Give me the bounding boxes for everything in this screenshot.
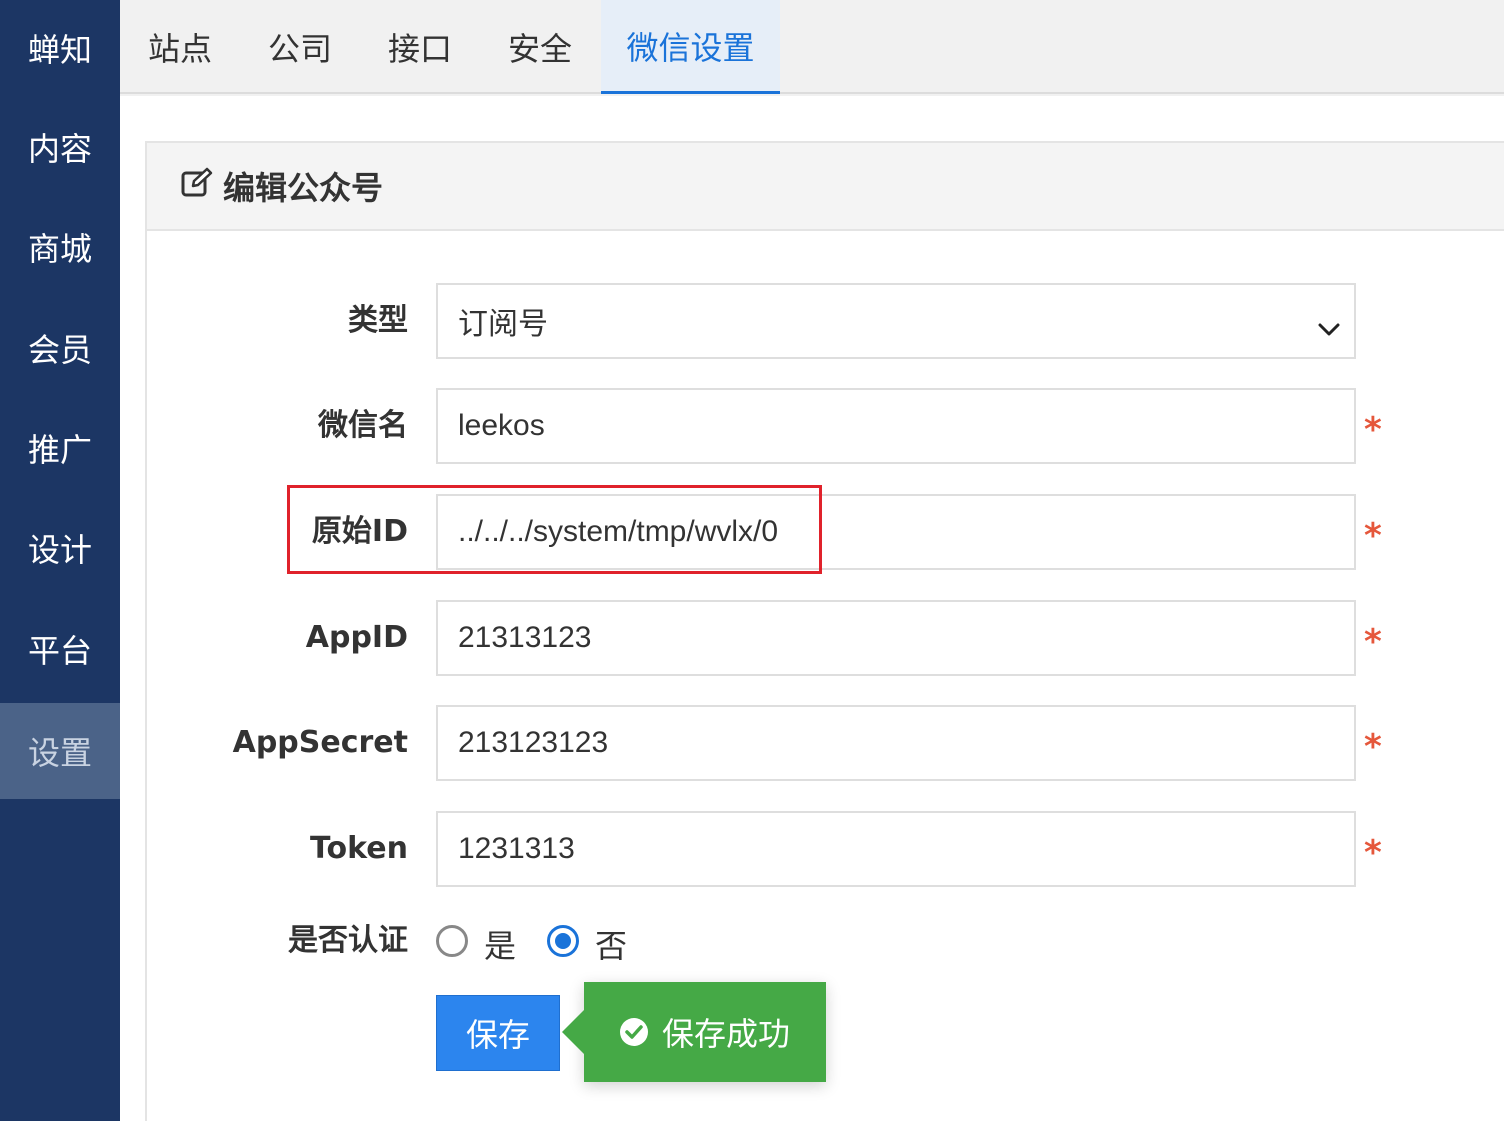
type-select-value: 订阅号: [458, 308, 548, 341]
wechat-name-input[interactable]: leekos: [436, 388, 1356, 464]
name-label: 微信名: [318, 408, 408, 443]
appsecret-value: 213123123: [458, 726, 609, 759]
certified-yes-radio[interactable]: [436, 925, 468, 957]
sidebar-item-label: 平台: [27, 632, 92, 670]
sidebar-item-design[interactable]: 设计: [0, 500, 120, 596]
type-label: 类型: [348, 303, 408, 338]
required-marker: *: [1364, 516, 1382, 556]
tab-label: 安全: [507, 30, 572, 68]
sidebar-item-shop[interactable]: 商城: [0, 199, 120, 295]
token-value: 1231313: [458, 832, 575, 865]
chevron-down-icon: [1318, 311, 1340, 345]
edit-icon: [181, 167, 223, 205]
sidebar-item-platform[interactable]: 平台: [0, 601, 120, 697]
sidebar-item-label: 蝉知: [27, 31, 92, 69]
appsecret-input[interactable]: 213123123: [436, 705, 1356, 781]
sidebar-item-label: 设计: [27, 531, 92, 569]
sidebar-item-label: 推广: [27, 431, 92, 469]
required-marker: *: [1364, 410, 1382, 450]
top-nav: 站点 公司 接口 安全 微信设置: [120, 0, 1504, 94]
tab-label: 公司: [267, 30, 332, 68]
sidebar: 蝉知 内容 商城 会员 推广 设计 平台 设置: [0, 0, 120, 1121]
success-toast: 保存成功: [562, 982, 826, 1082]
sidebar-item-members[interactable]: 会员: [0, 300, 120, 396]
save-button-label: 保存: [465, 1016, 530, 1054]
sidebar-item-content[interactable]: 内容: [0, 99, 120, 195]
required-marker: *: [1364, 622, 1382, 662]
token-input[interactable]: 1231313: [436, 811, 1356, 887]
sidebar-item-promotion[interactable]: 推广: [0, 400, 120, 496]
check-circle-icon: [619, 1018, 648, 1046]
sidebar-item-label: 商城: [27, 230, 92, 268]
save-button[interactable]: 保存: [436, 995, 560, 1071]
tab-site[interactable]: 站点: [120, 0, 240, 94]
toast-message: 保存成功: [661, 1015, 790, 1053]
certified-no-label: 否: [595, 927, 628, 965]
tab-wechat-settings[interactable]: 微信设置: [601, 0, 780, 94]
certified-label: 是否认证: [288, 923, 408, 958]
tab-api[interactable]: 接口: [360, 0, 480, 94]
tab-label: 微信设置: [626, 28, 755, 67]
panel-title: 编辑公众号: [223, 169, 384, 207]
wechat-name-value: leekos: [458, 409, 545, 442]
certified-no-radio[interactable]: [547, 925, 579, 957]
type-select[interactable]: 订阅号: [436, 283, 1356, 359]
tab-label: 站点: [147, 30, 212, 68]
sidebar-item-label: 设置: [27, 734, 92, 772]
highlight-box: [287, 485, 822, 574]
appid-value: 21313123: [458, 621, 592, 654]
appid-label: AppID: [305, 620, 408, 655]
token-label: Token: [310, 831, 408, 866]
sidebar-item-label: 内容: [27, 130, 92, 168]
certified-yes-label: 是: [484, 927, 517, 965]
sidebar-item-label: 会员: [27, 331, 92, 369]
sidebar-item-settings[interactable]: 设置: [0, 703, 120, 799]
tab-security[interactable]: 安全: [480, 0, 600, 94]
sidebar-item-home[interactable]: 蝉知: [0, 0, 120, 96]
required-marker: *: [1364, 833, 1382, 873]
appsecret-label: AppSecret: [232, 725, 408, 760]
required-marker: *: [1364, 727, 1382, 767]
panel-header: 编辑公众号: [147, 143, 1504, 231]
tab-label: 接口: [387, 30, 452, 68]
appid-input[interactable]: 21313123: [436, 600, 1356, 676]
tab-company[interactable]: 公司: [240, 0, 360, 94]
